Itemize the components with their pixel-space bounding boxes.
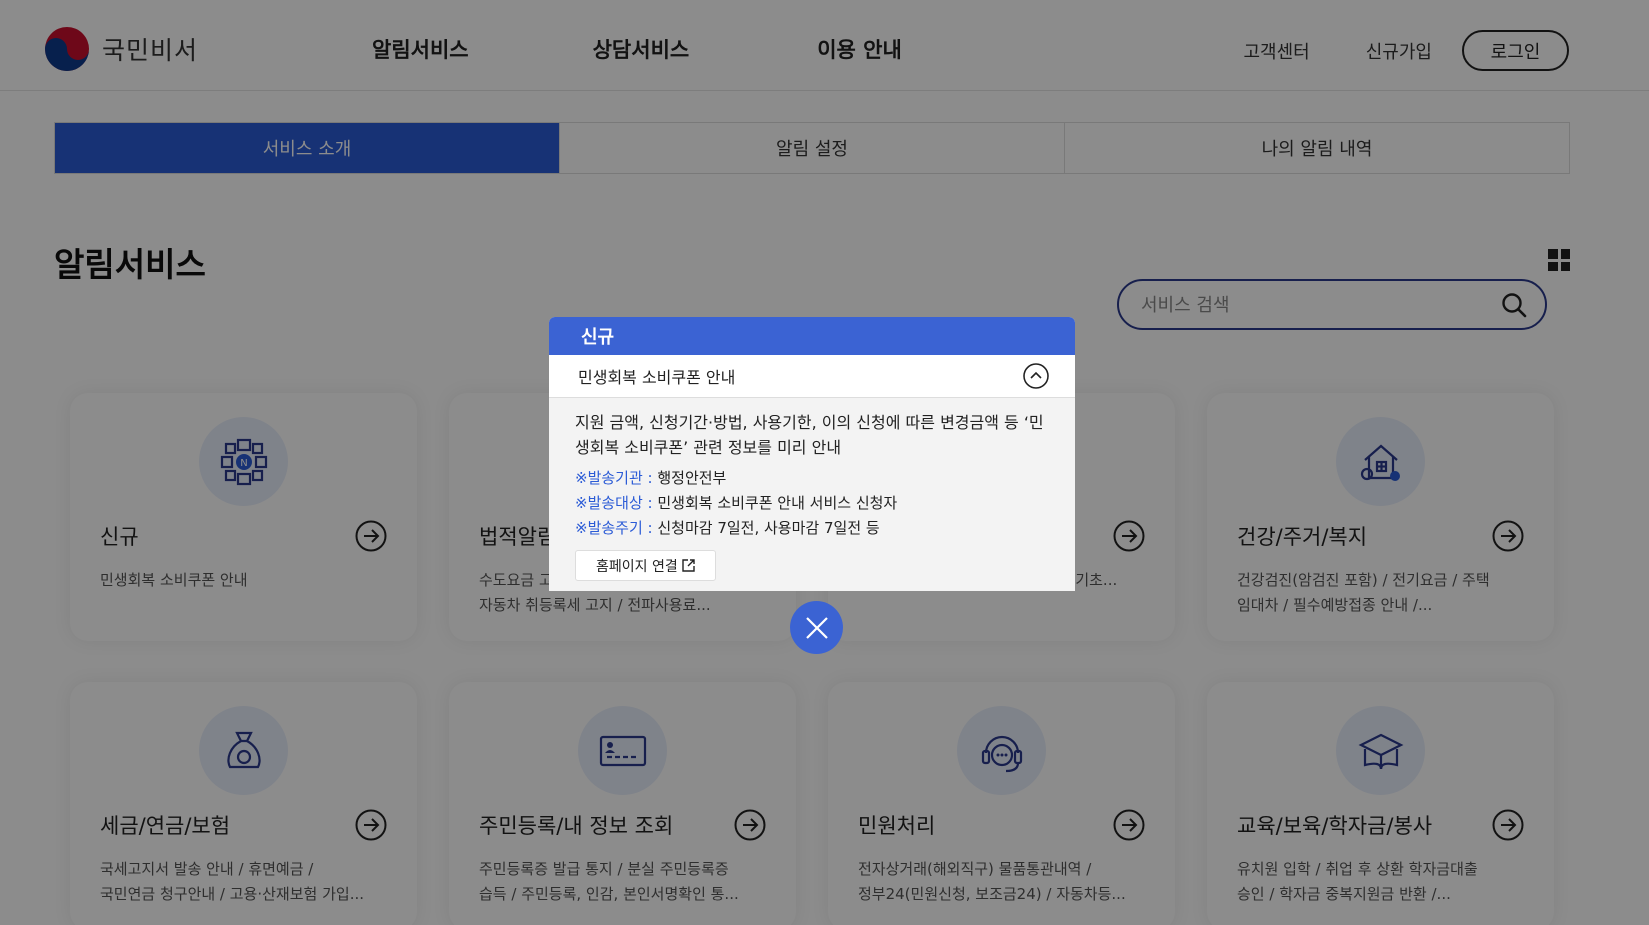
chevron-up-icon[interactable]	[1023, 363, 1049, 389]
external-link-icon	[682, 559, 695, 572]
modal-subtitle-row[interactable]: 민생회복 소비쿠폰 안내	[549, 355, 1075, 398]
meta-cycle: ※발송주기 : 신청마감 7일전, 사용마감 7일전 등	[575, 519, 880, 537]
modal-subtitle: 민생회복 소비쿠폰 안내	[578, 368, 736, 387]
modal-description: 지원 금액, 신청기간·방법, 사용기한, 이의 신청에 따른 변경금액 등 ‘…	[575, 413, 1044, 457]
modal-header: 신규	[549, 317, 1075, 355]
close-icon	[805, 616, 828, 639]
service-detail-modal: 신규 민생회복 소비쿠폰 안내 지원 금액, 신청기간·방법, 사용기한, 이의…	[549, 317, 1075, 591]
modal-meta: ※발송기관 : 행정안전부 ※발송대상 : 민생회복 소비쿠폰 안내 서비스 신…	[575, 466, 1049, 541]
meta-sender: ※발송기관 : 행정안전부	[575, 469, 727, 487]
modal-body: 지원 금액, 신청기간·방법, 사용기한, 이의 신청에 따른 변경금액 등 ‘…	[549, 398, 1075, 591]
meta-target: ※발송대상 : 민생회복 소비쿠폰 안내 서비스 신청자	[575, 494, 898, 512]
modal-close-button[interactable]	[790, 601, 843, 654]
homepage-link-button[interactable]: 홈페이지 연결	[575, 550, 716, 581]
